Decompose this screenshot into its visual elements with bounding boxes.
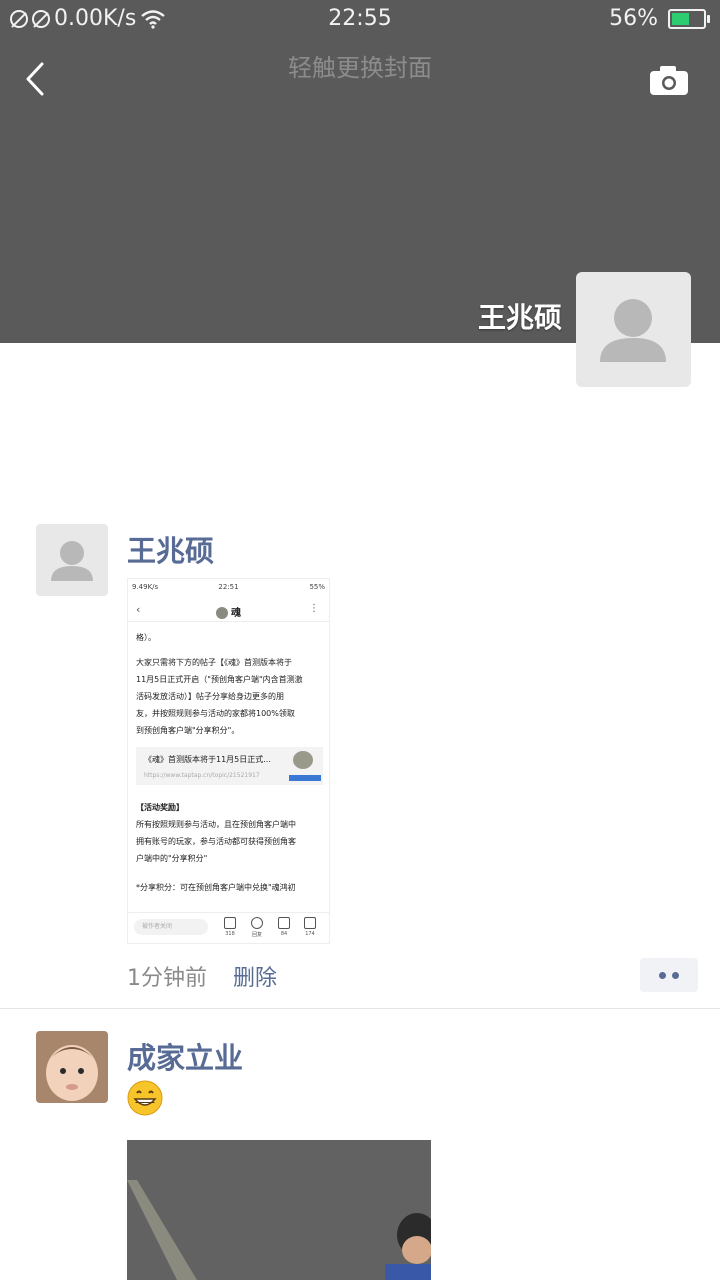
dot-icon xyxy=(672,971,679,979)
thumb-link-card: 《魂》首测版本将于11月5日正式... https://www.taptap.c… xyxy=(136,747,323,785)
thumb-like-count: 174 xyxy=(305,931,315,937)
post-avatar[interactable] xyxy=(36,1031,108,1103)
battery-icon xyxy=(668,8,710,29)
post-divider xyxy=(0,1008,720,1009)
thumb-line: 拥有账号的玩家，参与活动都可获得预创角客 xyxy=(136,837,296,846)
thumb-share-count: 318 xyxy=(225,931,235,937)
thumb-favorite-count: 84 xyxy=(280,931,288,937)
thumb-card-button xyxy=(289,775,321,781)
photo-content xyxy=(127,1140,431,1280)
thumb-line: 所有按照规则参与活动，且在预创角客户端中 xyxy=(136,820,296,829)
more-actions-button[interactable] xyxy=(640,958,698,992)
thumb-card-title: 《魂》首测版本将于11月5日正式... xyxy=(144,755,271,764)
thumb-section-title: 【活动奖励】 xyxy=(136,803,184,812)
thumb-nav: ‹ 魂 ⋮ xyxy=(128,599,329,622)
thumb-bottom-bar: 被作者关闭 318 回复 84 174 xyxy=(128,912,329,943)
post-author[interactable]: 成家立业 xyxy=(127,1035,243,1077)
thumb-more-icon: ⋮ xyxy=(309,603,319,614)
delete-link[interactable]: 删除 xyxy=(233,960,277,992)
post-image[interactable]: 9.49K/s 22:51 55% ‹ 魂 ⋮ 格）。 大家只需将下方的帖子【《… xyxy=(127,578,330,944)
camera-icon[interactable] xyxy=(648,64,690,96)
thumb-reply-icon: 回复 xyxy=(247,917,267,938)
thumb-body: 格）。 大家只需将下方的帖子【《魂》首测版本将于 11月5日正式开启（"预创角客… xyxy=(136,629,323,896)
post-avatar[interactable] xyxy=(36,524,108,596)
status-bar: 0.00K/s 22:55 56% xyxy=(0,0,720,40)
thumb-line: 活码发放活动）】帖子分享给身边更多的朋 xyxy=(136,692,284,701)
default-avatar-icon xyxy=(600,299,666,362)
default-avatar-icon xyxy=(51,541,93,581)
post-time: 1分钟前 xyxy=(127,966,207,991)
post-author[interactable]: 王兆硕 xyxy=(127,528,214,570)
thumb-title: 魂 xyxy=(231,608,241,619)
thumb-line: 户端中的"分享积分" xyxy=(136,854,208,863)
cover-change-hint[interactable]: 轻触更换封面 xyxy=(0,48,720,83)
thumb-battery: 55% xyxy=(309,583,325,591)
thumb-line: *分享积分：可在预创角客户端中兑换"魂鸿初 xyxy=(136,883,296,892)
thumb-share-icon: 318 xyxy=(220,917,240,937)
profile-avatar[interactable] xyxy=(576,272,691,387)
thumb-favorite-icon: 84 xyxy=(274,917,294,937)
thumb-time: 22:51 xyxy=(218,583,239,591)
thumb-comment-input: 被作者关闭 xyxy=(134,919,208,935)
thumb-topic-icon xyxy=(216,607,228,619)
post-photo[interactable] xyxy=(127,1140,431,1280)
dot-icon xyxy=(659,971,666,979)
thumb-like-icon: 174 xyxy=(300,917,320,937)
battery-percent: 56% xyxy=(609,6,658,31)
baby-photo-avatar xyxy=(36,1031,108,1103)
thumb-line: 11月5日正式开启（"预创角客户端"内含首测激 xyxy=(136,675,303,684)
thumb-status-bar: 9.49K/s 22:51 55% xyxy=(128,583,329,595)
thumb-card-image xyxy=(293,751,313,769)
thumb-line: 格）。 xyxy=(136,633,156,642)
thumb-card-url: https://www.taptap.cn/topic/21521917 xyxy=(144,772,260,779)
thumb-line: 大家只需将下方的帖子【《魂》首测版本将于 xyxy=(136,658,292,667)
thumb-reply-label: 回复 xyxy=(251,932,262,938)
profile-name: 王兆硕 xyxy=(477,301,562,334)
grin-emoji-icon xyxy=(127,1080,163,1116)
thumb-line: 友，并按照规则参与活动的家都将100%领取 xyxy=(136,709,295,718)
thumb-line: 到预创角客户端"分享积分"。 xyxy=(136,726,240,735)
